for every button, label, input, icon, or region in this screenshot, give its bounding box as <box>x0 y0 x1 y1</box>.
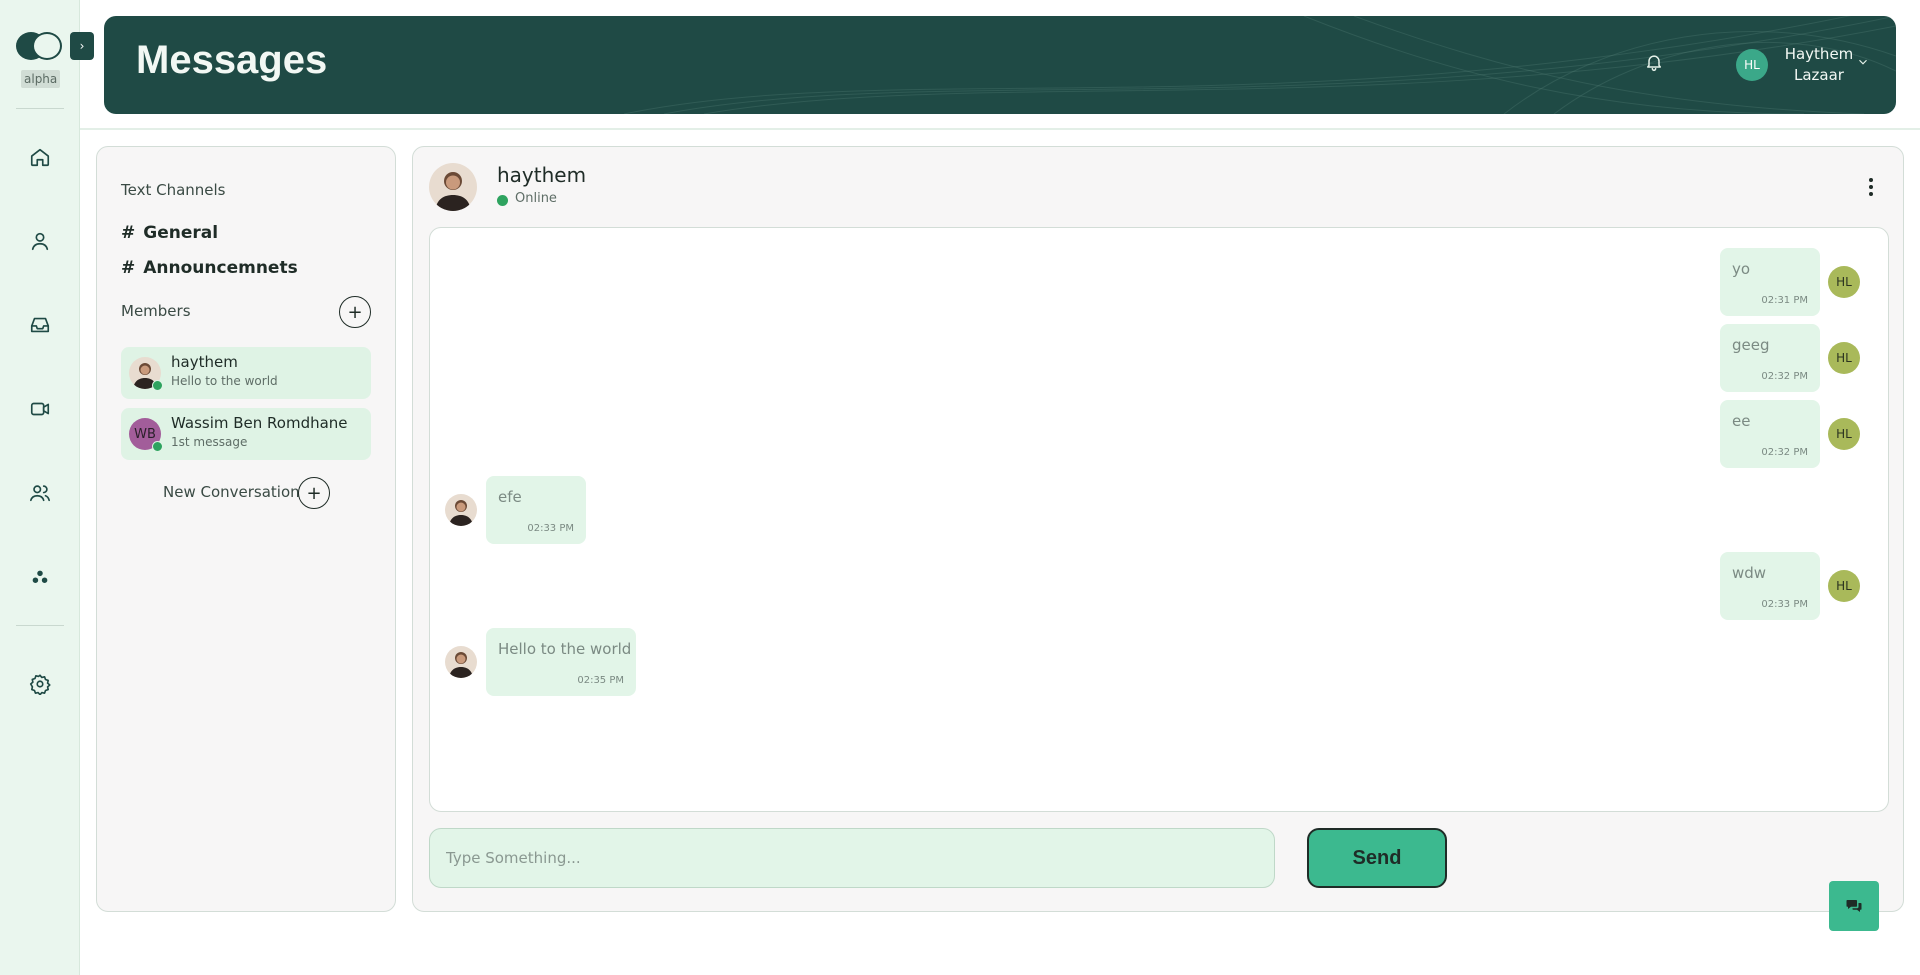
add-member-button[interactable]: + <box>339 296 371 328</box>
bell-icon <box>1647 55 1661 72</box>
message-bubble: ee 02:32 PM <box>1720 400 1820 468</box>
nav-community[interactable] <box>24 561 56 593</box>
page-title: Messages <box>136 38 328 82</box>
channel-label: Announcemnets <box>143 258 298 278</box>
notifications-button[interactable] <box>1644 52 1670 78</box>
chat-bubbles-icon <box>1846 900 1862 912</box>
nav-settings[interactable] <box>24 668 56 700</box>
divider <box>80 128 1920 130</box>
member-item-haythem[interactable]: haythem Hello to the world <box>121 347 371 399</box>
user-avatar[interactable]: HL <box>1736 49 1768 81</box>
channel-label: General <box>143 223 219 243</box>
message-text: yo <box>1732 260 1751 278</box>
message-bubble: wdw 02:33 PM <box>1720 552 1820 620</box>
expand-sidebar-button[interactable]: › <box>70 32 94 60</box>
message-text: Hello to the world <box>498 640 632 658</box>
hash-icon: # <box>121 258 136 278</box>
nav-team[interactable] <box>24 477 56 509</box>
divider <box>16 108 64 109</box>
message-time: 02:32 PM <box>1761 371 1808 382</box>
plus-icon: + <box>306 482 322 504</box>
online-status-dot <box>152 441 163 452</box>
sidebar-nav: › alpha <box>0 0 94 975</box>
logo[interactable] <box>16 32 64 60</box>
nav-profile[interactable] <box>24 225 56 257</box>
nav-inbox[interactable] <box>24 309 56 341</box>
contact-status: Online <box>515 191 557 206</box>
message-text: geeg <box>1732 336 1770 354</box>
message-text: ee <box>1732 412 1751 430</box>
kebab-icon <box>1869 178 1873 182</box>
chat-fab-button[interactable] <box>1829 881 1879 931</box>
nav-home[interactable] <box>24 141 56 173</box>
settings-icon <box>29 674 51 695</box>
member-item-wassim[interactable]: WB Wassim Ben Romdhane 1st message <box>121 408 371 460</box>
divider <box>16 625 64 626</box>
chevron-right-icon: › <box>79 39 85 53</box>
sender-avatar: HL <box>1828 342 1860 374</box>
member-last-message: 1st message <box>171 435 248 449</box>
user-name[interactable]: Haythem Lazaar <box>1774 44 1864 86</box>
community-icon <box>32 570 48 583</box>
version-badge: alpha <box>21 70 61 88</box>
chat-panel: haythem Online yo 02:31 PM HL geeg 02:32… <box>412 146 1904 912</box>
sender-avatar <box>445 646 477 678</box>
sender-avatar: HL <box>1828 570 1860 602</box>
message-time: 02:33 PM <box>1761 599 1808 610</box>
banner-pattern <box>623 16 1896 114</box>
message-text: efe <box>498 488 522 506</box>
contact-avatar[interactable] <box>429 163 477 211</box>
sender-avatar: HL <box>1828 266 1860 298</box>
message-input[interactable] <box>429 828 1275 888</box>
channel-general[interactable]: # General <box>121 223 218 243</box>
contact-name: haythem <box>497 163 587 187</box>
inbox-icon <box>30 317 50 333</box>
header-banner: Messages HL Haythem Lazaar <box>104 16 1896 114</box>
hash-icon: # <box>121 223 136 243</box>
message-time: 02:31 PM <box>1761 295 1808 306</box>
sender-avatar: HL <box>1828 418 1860 450</box>
member-name: haythem <box>171 353 238 371</box>
nav-video[interactable] <box>24 393 56 425</box>
online-status-dot <box>497 195 508 206</box>
message-bubble: efe 02:33 PM <box>486 476 586 544</box>
member-last-message: Hello to the world <box>171 374 278 388</box>
message-text: wdw <box>1732 564 1767 582</box>
message-list[interactable]: yo 02:31 PM HL geeg 02:32 PM HL ee 02:32… <box>429 227 1889 812</box>
member-name: Wassim Ben Romdhane <box>171 414 348 432</box>
message-time: 02:32 PM <box>1761 447 1808 458</box>
channel-announcements[interactable]: # Announcemnets <box>121 258 298 278</box>
more-options-button[interactable] <box>1861 173 1881 201</box>
members-label: Members <box>121 302 191 320</box>
new-conversation-button[interactable]: + <box>298 477 330 509</box>
message-time: 02:33 PM <box>527 523 574 534</box>
user-menu-toggle[interactable] <box>1856 54 1876 74</box>
send-button[interactable]: Send <box>1307 828 1447 888</box>
home-icon <box>30 148 50 167</box>
chevron-down-icon <box>1859 59 1867 65</box>
profile-icon <box>31 232 49 251</box>
plus-icon: + <box>347 301 363 323</box>
online-status-dot <box>152 380 163 391</box>
video-icon <box>30 402 50 416</box>
message-bubble: geeg 02:32 PM <box>1720 324 1820 392</box>
text-channels-label: Text Channels <box>121 181 226 199</box>
channels-panel: Text Channels # General # Announcemnets Me… <box>96 146 396 912</box>
sender-avatar <box>445 494 477 526</box>
message-bubble: Hello to the world 02:35 PM <box>486 628 636 696</box>
message-bubble: yo 02:31 PM <box>1720 248 1820 316</box>
message-time: 02:35 PM <box>577 675 624 686</box>
team-icon <box>30 485 50 502</box>
new-conversation-label: New Conversation <box>163 483 300 501</box>
